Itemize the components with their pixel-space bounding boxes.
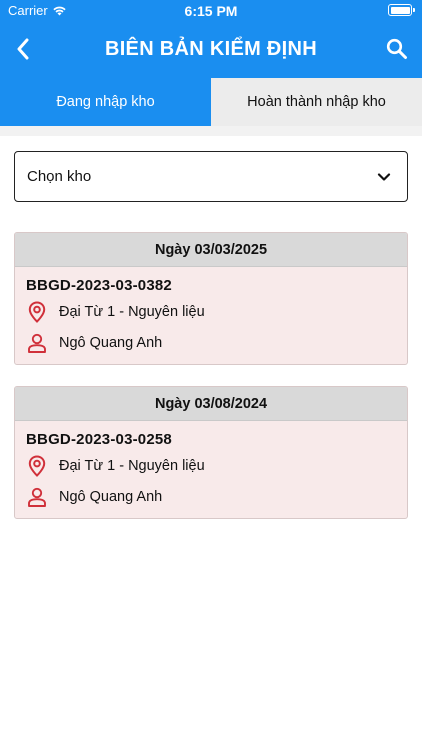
record-location: Đại Từ 1 - Nguyên liệu bbox=[59, 304, 205, 320]
tab-divider-strip bbox=[0, 126, 422, 136]
person-icon bbox=[26, 332, 48, 354]
record-card[interactable]: Ngày 03/03/2025 BBGD-2023-03-0382 Đại Từ… bbox=[14, 232, 408, 365]
record-card[interactable]: Ngày 03/08/2024 BBGD-2023-03-0258 Đại Từ… bbox=[14, 386, 408, 519]
record-code: BBGD-2023-03-0258 bbox=[26, 431, 172, 448]
chevron-left-icon bbox=[17, 38, 29, 60]
search-icon bbox=[386, 38, 407, 59]
record-date: Ngày 03/08/2024 bbox=[15, 387, 407, 421]
search-button[interactable] bbox=[384, 36, 410, 62]
record-location-row: Đại Từ 1 - Nguyên liệu bbox=[26, 301, 205, 323]
record-person: Ngô Quang Anh bbox=[59, 489, 163, 505]
page-title: BIÊN BẢN KIỂM ĐỊNH bbox=[104, 38, 318, 60]
record-person-row: Ngô Quang Anh bbox=[26, 332, 162, 354]
chevron-down-icon bbox=[377, 173, 391, 181]
location-pin-icon bbox=[26, 301, 48, 323]
back-button[interactable] bbox=[10, 36, 36, 62]
record-date: Ngày 03/03/2025 bbox=[15, 233, 407, 267]
status-time: 6:15 PM bbox=[184, 3, 238, 19]
location-pin-icon bbox=[26, 455, 48, 477]
tab-bar: Đang nhập kho Hoàn thành nhập kho bbox=[0, 78, 422, 126]
warehouse-select-value: Chọn kho bbox=[27, 168, 92, 185]
record-location: Đại Từ 1 - Nguyên liệu bbox=[59, 458, 205, 474]
battery-icon bbox=[388, 4, 415, 16]
app-header: Carrier 6:15 PM BIÊN BẢN KIỂM ĐỊNH bbox=[0, 0, 422, 78]
status-bar: Carrier 6:15 PM bbox=[0, 0, 422, 22]
tab-completed-label: Hoàn thành nhập kho bbox=[247, 94, 386, 110]
record-location-row: Đại Từ 1 - Nguyên liệu bbox=[26, 455, 205, 477]
person-icon bbox=[26, 486, 48, 508]
record-person: Ngô Quang Anh bbox=[59, 335, 163, 351]
record-code: BBGD-2023-03-0382 bbox=[26, 277, 172, 294]
record-person-row: Ngô Quang Anh bbox=[26, 486, 162, 508]
warehouse-select[interactable]: Chọn kho bbox=[14, 151, 408, 202]
tab-importing-label: Đang nhập kho bbox=[56, 94, 155, 110]
tab-completed[interactable]: Hoàn thành nhập kho bbox=[211, 78, 422, 126]
tab-importing[interactable]: Đang nhập kho bbox=[0, 78, 211, 126]
